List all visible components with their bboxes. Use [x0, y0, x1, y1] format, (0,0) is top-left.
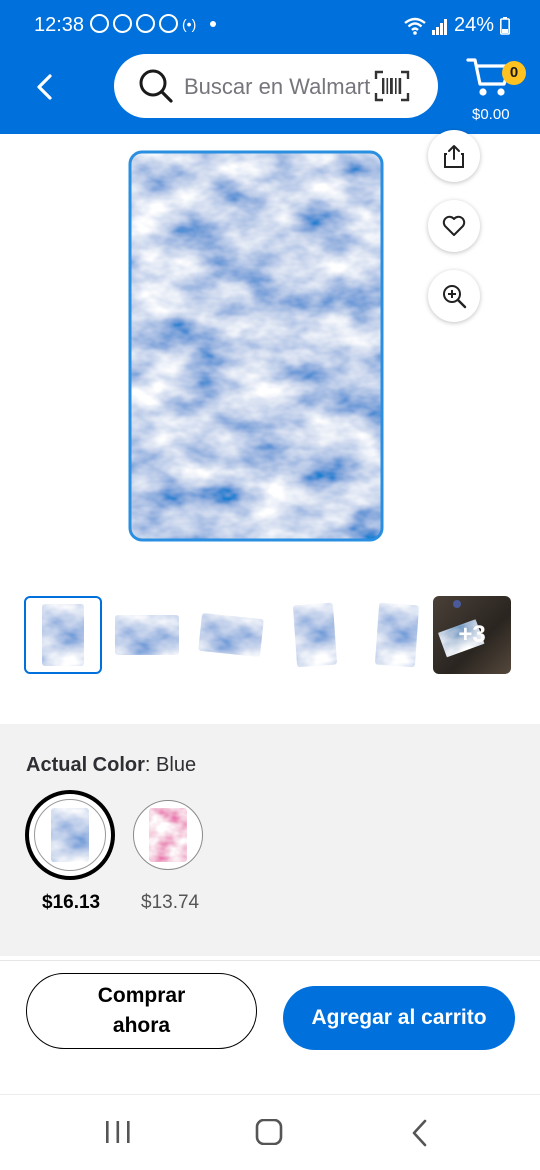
cart-count-badge: 0	[502, 61, 526, 85]
product-main-image[interactable]	[128, 150, 384, 542]
variant-title: Actual Color: Blue	[26, 754, 197, 776]
home-icon[interactable]	[255, 1118, 283, 1150]
battery-percent: 24%	[453, 14, 494, 36]
battery-icon	[500, 16, 510, 35]
search-placeholder: Buscar en Walmart	[184, 74, 371, 99]
top-bar: 12:38 (•) 24% Buscar en Walmart 0 $0.00	[0, 0, 540, 134]
favorite-button[interactable]	[428, 200, 480, 252]
messenger-icon	[113, 14, 132, 33]
radio-icon: (•)	[182, 15, 197, 32]
thumbnail-4[interactable]	[276, 596, 354, 674]
swatch-blue-price: $16.13	[42, 892, 101, 913]
swatch-pink[interactable]	[133, 800, 203, 870]
variant-value: Blue	[156, 754, 197, 776]
swatch-blue-image	[34, 799, 106, 871]
thumbnail-2[interactable]	[108, 596, 186, 674]
status-time: 12:38	[34, 14, 85, 36]
share-button[interactable]	[428, 130, 480, 182]
search-bar[interactable]: Buscar en Walmart	[114, 54, 438, 118]
barcode-scan-icon[interactable]	[374, 70, 410, 102]
system-indicators: 24%	[404, 14, 510, 37]
back-button[interactable]	[28, 68, 62, 106]
swatch-pink-price: $13.74	[141, 892, 200, 913]
add-to-cart-button[interactable]: Agregar al carrito	[283, 986, 515, 1050]
variant-label: Actual Color	[26, 754, 145, 776]
thumbnail-3[interactable]	[192, 596, 270, 674]
app-notification-icon	[159, 14, 178, 33]
app-notification-icon	[136, 14, 155, 33]
status-bar: 12:38 (•) 24%	[0, 0, 540, 52]
thumbnail-5[interactable]	[358, 596, 436, 674]
signal-icon	[431, 17, 448, 35]
more-images-label: +3	[458, 621, 486, 648]
recent-apps-icon[interactable]	[104, 1119, 132, 1150]
notification-icons: (•)	[90, 14, 217, 33]
wifi-icon	[404, 17, 426, 35]
thumbnail-more[interactable]: +3	[433, 596, 511, 674]
swatch-blue[interactable]	[25, 790, 115, 880]
purchase-actions: Comprar ahora Agregar al carrito	[0, 960, 540, 1090]
cart-button[interactable]: 0 $0.00	[466, 56, 530, 126]
zoom-button[interactable]	[428, 270, 480, 322]
whatsapp-icon	[90, 14, 109, 33]
chevron-left-icon	[37, 74, 52, 100]
thumbnail-1[interactable]	[24, 596, 102, 674]
thumbnail-strip: +3	[24, 596, 516, 674]
cart-total: $0.00	[472, 106, 510, 123]
more-notifications-icon	[210, 20, 217, 27]
search-icon	[138, 68, 174, 104]
share-icon	[444, 145, 464, 168]
zoom-in-icon	[443, 285, 467, 309]
back-nav-icon[interactable]	[408, 1119, 432, 1152]
system-nav-bar	[0, 1094, 540, 1170]
heart-icon	[442, 215, 466, 236]
buy-now-button[interactable]: Comprar ahora	[26, 973, 257, 1049]
variant-selector: Actual Color: Blue $16.13 $13.74	[0, 724, 540, 956]
